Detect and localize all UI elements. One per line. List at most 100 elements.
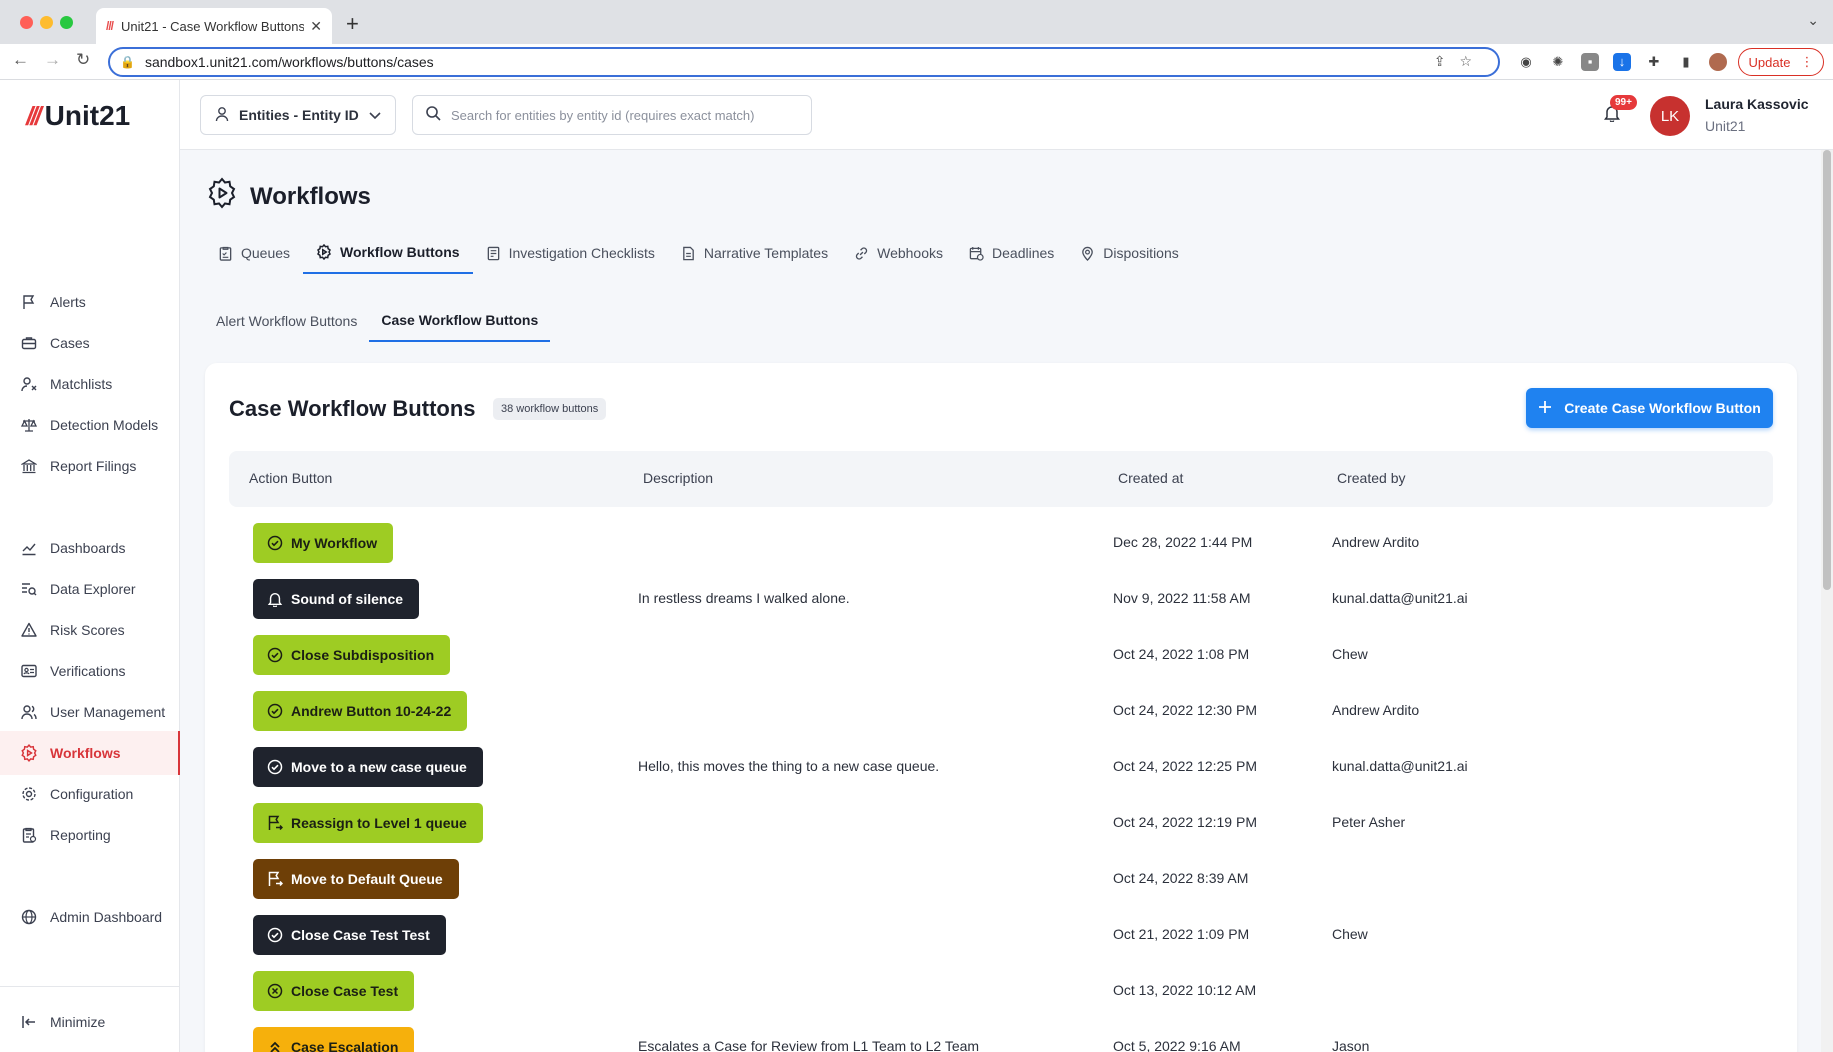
entity-search[interactable] xyxy=(412,95,812,135)
profile-avatar-icon[interactable] xyxy=(1709,53,1727,71)
sidebar-item-cases[interactable]: Cases xyxy=(0,321,180,365)
create-case-workflow-button[interactable]: Create Case Workflow Button xyxy=(1526,388,1773,428)
sidebar-item-admin-dashboard[interactable]: Admin Dashboard xyxy=(0,895,180,939)
user-avatar[interactable]: LK xyxy=(1650,96,1690,136)
sidebar-item-workflows[interactable]: Workflows xyxy=(0,731,180,775)
subtab-alert-workflow-buttons[interactable]: Alert Workflow Buttons xyxy=(204,300,369,342)
table-row[interactable]: Case Escalation Escalates a Case for Revi… xyxy=(229,1019,1773,1052)
sidebar-divider xyxy=(0,986,180,987)
table-row[interactable]: Andrew Button 10-24-22 Oct 24, 2022 12:30… xyxy=(229,683,1773,739)
workflow-action-button[interactable]: Move to a new case queue xyxy=(253,747,483,787)
column-header-description[interactable]: Description xyxy=(643,470,713,486)
column-header-action-button[interactable]: Action Button xyxy=(249,470,332,486)
sidebar-item-reporting[interactable]: Reporting xyxy=(0,813,180,857)
lock-icon: 🔒 xyxy=(120,55,135,69)
page-scrollbar[interactable] xyxy=(1821,150,1833,1052)
workflow-action-button[interactable]: Reassign to Level 1 queue xyxy=(253,803,483,843)
workflow-button-label: Close Case Test xyxy=(291,983,399,999)
subtab-case-workflow-buttons[interactable]: Case Workflow Buttons xyxy=(369,300,551,342)
check-circle-icon xyxy=(267,703,283,719)
scrollbar-thumb[interactable] xyxy=(1823,150,1831,590)
extension-icon[interactable]: ▪ xyxy=(1581,53,1599,71)
table-row[interactable]: Close Case Test Oct 13, 2022 10:12 AM xyxy=(229,963,1773,1019)
link-icon xyxy=(854,246,869,261)
table-row[interactable]: Sound of silence In restless dreams I wal… xyxy=(229,571,1773,627)
sidebar-item-risk-scores[interactable]: Risk Scores xyxy=(0,608,180,652)
sidebar-item-verifications[interactable]: Verifications xyxy=(0,649,180,693)
sidebar-item-user-management[interactable]: User Management xyxy=(0,690,180,734)
extension-icon[interactable]: ◉ xyxy=(1517,53,1535,71)
extension-icon[interactable]: ✺ xyxy=(1549,53,1567,71)
sidebar-item-data-explorer[interactable]: Data Explorer xyxy=(0,567,180,611)
unit21-logo[interactable]: /// Unit21 xyxy=(26,100,130,132)
sidebar-minimize[interactable]: Minimize xyxy=(0,1000,180,1044)
workflow-action-button[interactable]: Move to Default Queue xyxy=(253,859,459,899)
window-close-control[interactable] xyxy=(20,16,33,29)
tab-queues[interactable]: Queues xyxy=(206,232,303,274)
workflow-action-button[interactable]: Close Case Test xyxy=(253,971,415,1011)
sidebar-item-detection-models[interactable]: Detection Models xyxy=(0,403,180,447)
browser-update-button[interactable]: Update ⋮ xyxy=(1738,48,1824,76)
workflow-button-label: Reassign to Level 1 queue xyxy=(291,815,467,831)
side-panel-icon[interactable]: ▮ xyxy=(1677,53,1695,71)
workflow-action-button[interactable]: My Workflow xyxy=(253,523,394,563)
new-tab-icon[interactable]: + xyxy=(346,11,359,37)
sidebar-item-label: Configuration xyxy=(50,786,134,802)
tab-workflow-buttons[interactable]: Workflow Buttons xyxy=(303,232,473,274)
workflow-action-button[interactable]: Case Escalation xyxy=(253,1027,415,1052)
forward-icon[interactable]: → xyxy=(44,50,61,70)
column-header-created-by[interactable]: Created by xyxy=(1337,470,1405,486)
window-minimize-control[interactable] xyxy=(40,16,53,29)
entity-type-select[interactable]: Entities - Entity ID xyxy=(200,95,396,135)
table-row[interactable]: My Workflow Dec 28, 2022 1:44 PM Andrew Ar… xyxy=(229,515,1773,571)
tab-deadlines[interactable]: Deadlines xyxy=(956,232,1067,274)
sidebar-item-dashboards[interactable]: Dashboards xyxy=(0,526,180,570)
sidebar-item-configuration[interactable]: Configuration xyxy=(0,772,180,816)
id-card-icon xyxy=(20,662,38,680)
tab-narrative-templates[interactable]: Narrative Templates xyxy=(668,232,841,274)
sidebar-item-matchlists[interactable]: Matchlists xyxy=(0,362,180,406)
sidebar-item-label: Data Explorer xyxy=(50,581,136,597)
tab-label: Dispositions xyxy=(1103,245,1179,261)
reload-icon[interactable]: ↻ xyxy=(76,50,90,70)
address-bar[interactable]: 🔒 sandbox1.unit21.com/workflows/buttons/… xyxy=(108,47,1500,77)
workflow-action-button[interactable]: Sound of silence xyxy=(253,579,420,619)
entity-search-input[interactable] xyxy=(451,107,801,123)
search-icon xyxy=(425,105,441,126)
table-row[interactable]: Close Case Test Test Oct 21, 2022 1:09 PM… xyxy=(229,907,1773,963)
workflow-action-button[interactable]: Close Case Test Test xyxy=(253,915,446,955)
tab-investigation-checklists[interactable]: Investigation Checklists xyxy=(473,232,668,274)
download-icon[interactable]: ↓ xyxy=(1613,53,1631,71)
tab-dispositions[interactable]: Dispositions xyxy=(1067,232,1191,274)
tab-search-icon[interactable]: ⌄ xyxy=(1807,12,1819,29)
cell-created-at: Oct 5, 2022 9:16 AM xyxy=(1113,1038,1241,1052)
close-tab-icon[interactable]: ✕ xyxy=(310,18,322,35)
check-circle-icon xyxy=(267,535,283,551)
sidebar-item-report-filings[interactable]: Report Filings xyxy=(0,444,180,488)
sidebar-item-label: User Management xyxy=(50,704,166,720)
window-zoom-control[interactable] xyxy=(60,16,73,29)
table-row[interactable]: Move to a new case queue Hello, this move… xyxy=(229,739,1773,795)
tab-webhooks[interactable]: Webhooks xyxy=(841,232,956,274)
sidebar-item-alerts[interactable]: Alerts xyxy=(0,280,180,324)
table-row[interactable]: Move to Default Queue Oct 24, 2022 8:39 A… xyxy=(229,851,1773,907)
cell-created-by: Andrew Ardito xyxy=(1332,534,1420,550)
user-name[interactable]: Laura Kassovic xyxy=(1705,96,1809,112)
bookmark-star-icon[interactable]: ⇪☆ xyxy=(1434,53,1486,70)
x-circle-icon xyxy=(267,983,283,999)
notification-count-badge: 99+ xyxy=(1610,95,1637,110)
browser-tab[interactable]: /// Unit21 - Case Workflow Buttons ✕ xyxy=(96,8,332,44)
sidebar-item-label: Dashboards xyxy=(50,540,126,556)
sidebar-item-label: Risk Scores xyxy=(50,622,125,638)
column-header-created-at[interactable]: Created at xyxy=(1118,470,1183,486)
cell-created-by: kunal.datta@unit21.ai xyxy=(1332,590,1468,606)
workflow-action-button[interactable]: Close Subdisposition xyxy=(253,635,451,675)
workflow-action-button[interactable]: Andrew Button 10-24-22 xyxy=(253,691,468,731)
bank-icon xyxy=(20,457,38,475)
warning-icon xyxy=(20,621,38,639)
back-icon[interactable]: ← xyxy=(12,50,29,70)
table-row[interactable]: Close Subdisposition Oct 24, 2022 1:08 PM… xyxy=(229,627,1773,683)
extensions-puzzle-icon[interactable]: ✚ xyxy=(1645,53,1663,71)
cell-created-at: Oct 24, 2022 12:25 PM xyxy=(1113,758,1257,774)
table-row[interactable]: Reassign to Level 1 queue Oct 24, 2022 12… xyxy=(229,795,1773,851)
